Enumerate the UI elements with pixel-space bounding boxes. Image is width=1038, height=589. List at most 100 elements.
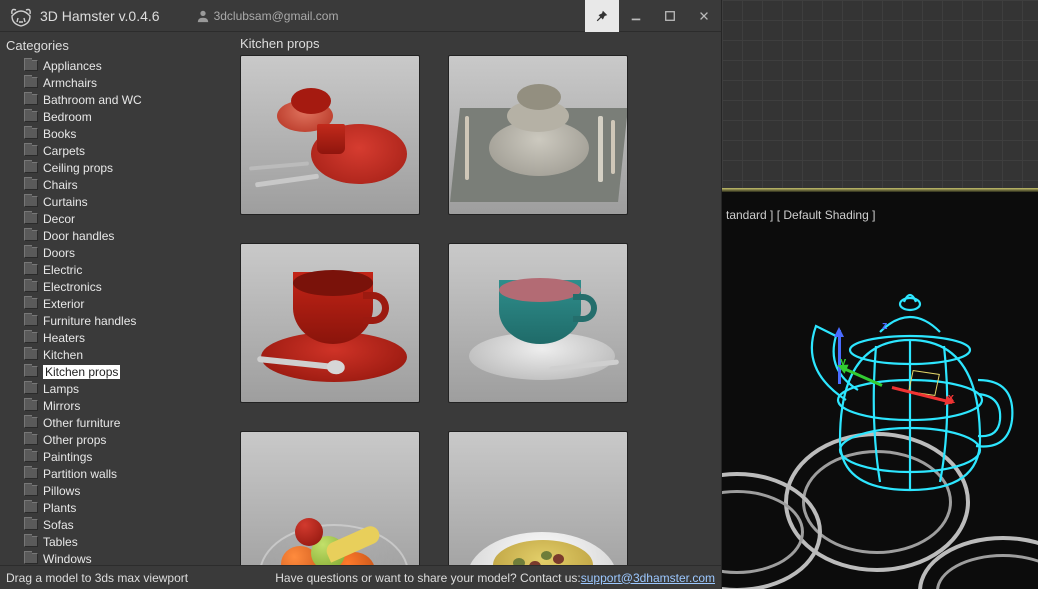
viewport-label: tandard ] [ Default Shading ] bbox=[722, 208, 875, 222]
folder-icon bbox=[24, 179, 38, 190]
folder-icon bbox=[24, 230, 38, 241]
category-label: Armchairs bbox=[43, 76, 97, 90]
category-item[interactable]: Door handles bbox=[6, 227, 226, 244]
folder-icon bbox=[24, 468, 38, 479]
category-item[interactable]: Electric bbox=[6, 261, 226, 278]
model-thumbnail[interactable] bbox=[448, 55, 628, 215]
selection-box bbox=[908, 370, 940, 396]
category-item[interactable]: Chairs bbox=[6, 176, 226, 193]
category-label: Curtains bbox=[43, 195, 88, 209]
category-item[interactable]: Exterior bbox=[6, 295, 226, 312]
category-item[interactable]: Curtains bbox=[6, 193, 226, 210]
category-item[interactable]: Kitchen props bbox=[6, 363, 226, 380]
category-label: Carpets bbox=[43, 144, 85, 158]
pin-button[interactable] bbox=[585, 0, 619, 32]
category-item[interactable]: Tables bbox=[6, 533, 226, 550]
3dsmax-viewport[interactable]: tandard ] [ Default Shading ] bbox=[722, 0, 1038, 589]
category-label: Paintings bbox=[43, 450, 92, 464]
category-item[interactable]: Plants bbox=[6, 499, 226, 516]
minimize-icon bbox=[630, 10, 642, 22]
folder-icon bbox=[24, 400, 38, 411]
folder-icon bbox=[24, 247, 38, 258]
category-label: Bedroom bbox=[43, 110, 92, 124]
maximize-button[interactable] bbox=[653, 0, 687, 32]
status-question: Have questions or want to share your mod… bbox=[275, 571, 581, 585]
folder-icon bbox=[24, 536, 38, 547]
category-label: Kitchen bbox=[43, 348, 83, 362]
category-item[interactable]: Pillows bbox=[6, 482, 226, 499]
category-item[interactable]: Bedroom bbox=[6, 108, 226, 125]
folder-icon bbox=[24, 60, 38, 71]
category-label: Door handles bbox=[43, 229, 114, 243]
category-label: Decor bbox=[43, 212, 75, 226]
content-title: Kitchen props bbox=[236, 36, 721, 51]
category-label: Other furniture bbox=[43, 416, 120, 430]
person-icon bbox=[196, 9, 210, 23]
category-item[interactable]: Bathroom and WC bbox=[6, 91, 226, 108]
category-label: Chairs bbox=[43, 178, 78, 192]
category-item[interactable]: Other furniture bbox=[6, 414, 226, 431]
category-item[interactable]: Lamps bbox=[6, 380, 226, 397]
folder-icon bbox=[24, 128, 38, 139]
category-item[interactable]: Carpets bbox=[6, 142, 226, 159]
model-thumbnail[interactable] bbox=[240, 431, 420, 565]
close-icon bbox=[698, 10, 710, 22]
folder-icon bbox=[24, 94, 38, 105]
transform-gizmo[interactable]: x y z bbox=[838, 330, 948, 440]
category-item[interactable]: Books bbox=[6, 125, 226, 142]
category-item[interactable]: Ceiling props bbox=[6, 159, 226, 176]
category-item[interactable]: Kitchen bbox=[6, 346, 226, 363]
hamster-app-window: 3D Hamster v.0.4.6 3dclubsam@gmail.com bbox=[0, 0, 722, 589]
category-item[interactable]: Windows bbox=[6, 550, 226, 565]
category-item[interactable]: Sofas bbox=[6, 516, 226, 533]
folder-icon bbox=[24, 417, 38, 428]
folder-icon bbox=[24, 77, 38, 88]
folder-icon bbox=[24, 332, 38, 343]
category-label: Books bbox=[43, 127, 76, 141]
category-label: Sofas bbox=[43, 518, 74, 532]
folder-icon bbox=[24, 383, 38, 394]
category-item[interactable]: Partition walls bbox=[6, 465, 226, 482]
model-thumbnail[interactable] bbox=[240, 55, 420, 215]
category-item[interactable]: Electronics bbox=[6, 278, 226, 295]
axis-y-label: y bbox=[840, 356, 846, 368]
category-label: Mirrors bbox=[43, 399, 80, 413]
axis-x-label: x bbox=[948, 392, 954, 404]
folder-icon bbox=[24, 502, 38, 513]
category-label: Exterior bbox=[43, 297, 84, 311]
category-label: Partition walls bbox=[43, 467, 117, 481]
folder-icon bbox=[24, 349, 38, 360]
category-item[interactable]: Doors bbox=[6, 244, 226, 261]
category-item[interactable]: Other props bbox=[6, 431, 226, 448]
category-item[interactable]: Paintings bbox=[6, 448, 226, 465]
folder-icon bbox=[24, 519, 38, 530]
category-label: Kitchen props bbox=[43, 365, 120, 379]
close-button[interactable] bbox=[687, 0, 721, 32]
folder-icon bbox=[24, 264, 38, 275]
folder-icon bbox=[24, 111, 38, 122]
category-item[interactable]: Mirrors bbox=[6, 397, 226, 414]
folder-icon bbox=[24, 553, 38, 564]
sidebar-title: Categories bbox=[6, 36, 226, 55]
status-hint: Drag a model to 3ds max viewport bbox=[6, 571, 188, 585]
pin-icon bbox=[595, 9, 609, 23]
support-email-link[interactable]: support@3dhamster.com bbox=[581, 571, 715, 585]
model-thumbnail[interactable] bbox=[240, 243, 420, 403]
axis-z-label: z bbox=[882, 320, 888, 332]
thumbnail-grid[interactable] bbox=[236, 55, 721, 565]
category-item[interactable]: Furniture handles bbox=[6, 312, 226, 329]
category-label: Bathroom and WC bbox=[43, 93, 142, 107]
category-item[interactable]: Appliances bbox=[6, 57, 226, 74]
statusbar: Drag a model to 3ds max viewport Have qu… bbox=[0, 565, 721, 589]
category-item[interactable]: Heaters bbox=[6, 329, 226, 346]
category-item[interactable]: Decor bbox=[6, 210, 226, 227]
model-thumbnail[interactable] bbox=[448, 243, 628, 403]
model-thumbnail[interactable] bbox=[448, 431, 628, 565]
folder-icon bbox=[24, 196, 38, 207]
categories-sidebar: Categories Appliances Armchairs Bathroom a… bbox=[0, 32, 232, 565]
category-label: Doors bbox=[43, 246, 75, 260]
category-item[interactable]: Armchairs bbox=[6, 74, 226, 91]
user-chip[interactable]: 3dclubsam@gmail.com bbox=[196, 9, 339, 23]
minimize-button[interactable] bbox=[619, 0, 653, 32]
categories-list[interactable]: Appliances Armchairs Bathroom and WC Bedroo… bbox=[6, 57, 226, 565]
